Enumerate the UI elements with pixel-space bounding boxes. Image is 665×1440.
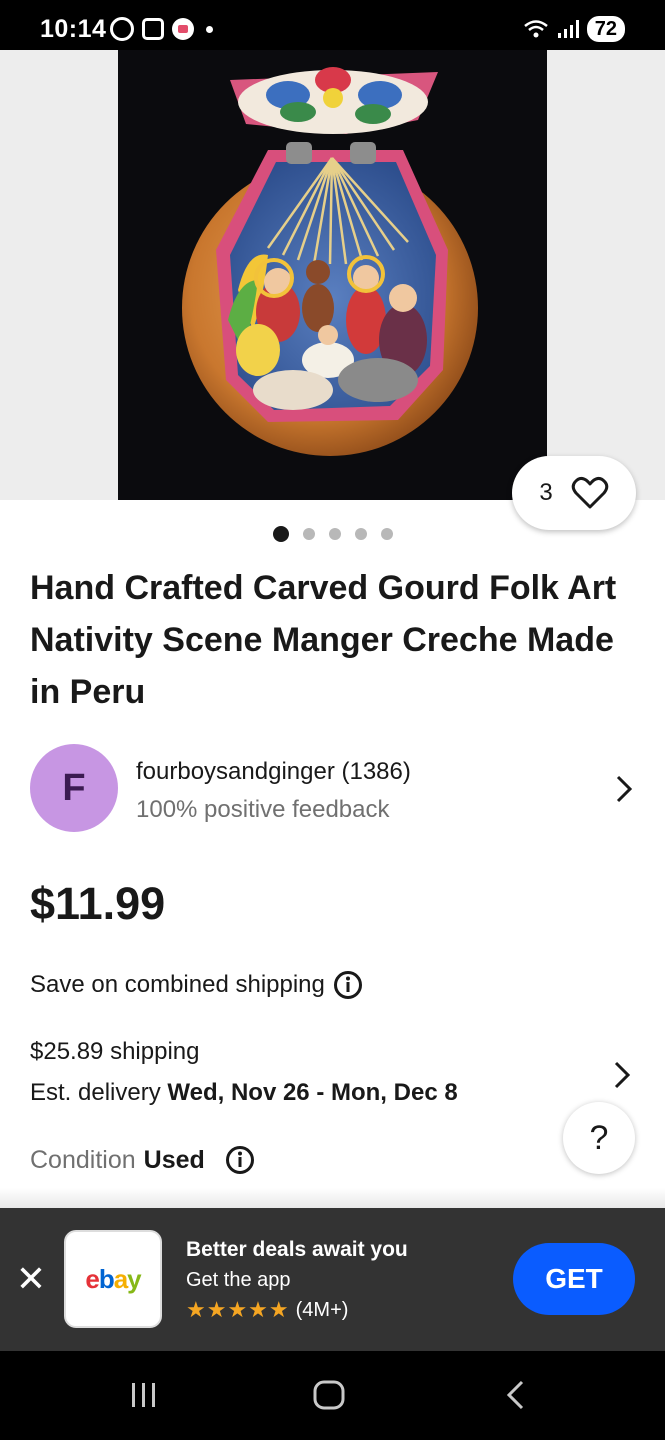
- delivery-estimate: Est. delivery Wed, Nov 26 - Mon, Dec 8: [30, 1079, 458, 1107]
- shipping-cost: $25.89 shipping: [30, 1038, 200, 1065]
- logo-letter-a: a: [113, 1263, 129, 1294]
- pagination-dot[interactable]: [272, 526, 289, 542]
- ebay-logo: ebay: [85, 1263, 142, 1295]
- more-notifications-icon: [206, 25, 213, 33]
- condition-info-icon[interactable]: [225, 1145, 255, 1175]
- item-price: $11.99: [30, 878, 166, 929]
- image-gallery[interactable]: [0, 50, 665, 500]
- sync-icon: [110, 17, 134, 41]
- status-bar: 10:14 72: [0, 0, 665, 50]
- seller-card[interactable]: F fourboysandginger (1386) 100% positive…: [30, 744, 640, 834]
- combined-shipping-text: Save on combined shipping: [30, 971, 325, 998]
- notification-icons: [110, 17, 213, 41]
- recents-icon[interactable]: [128, 1379, 160, 1411]
- seller-feedback: 100% positive feedback: [136, 796, 390, 823]
- banner-title: Better deals await you: [186, 1238, 408, 1261]
- watch-button[interactable]: 3: [512, 456, 636, 530]
- heart-outline-icon: [571, 476, 608, 509]
- logo-letter-y: y: [127, 1263, 142, 1294]
- combined-shipping-row[interactable]: Save on combined shipping: [30, 970, 363, 1000]
- help-button[interactable]: ?: [563, 1102, 635, 1174]
- pagination-dot[interactable]: [302, 528, 315, 540]
- condition-row: Condition Used: [30, 1145, 255, 1175]
- info-icon[interactable]: [333, 970, 363, 1000]
- pagination-dot[interactable]: [328, 528, 341, 540]
- logo-letter-b: b: [98, 1263, 115, 1294]
- signal-icon: [557, 20, 579, 38]
- app-rating: ★★★★★ (4M+): [186, 1297, 348, 1323]
- system-nav-bar: [0, 1351, 665, 1440]
- delivery-dates: Wed, Nov 26 - Mon, Dec 8: [167, 1079, 458, 1106]
- close-icon[interactable]: ✕: [14, 1261, 48, 1297]
- scroll-fade: [0, 1188, 665, 1208]
- condition-value: Used: [143, 1145, 205, 1174]
- gourd-nativity-image: [118, 50, 547, 500]
- seller-name: fourboysandginger (1386): [136, 758, 411, 785]
- listing-title: Hand Crafted Carved Gourd Folk Art Nativ…: [30, 569, 617, 711]
- battery-indicator: 72: [586, 16, 625, 42]
- watch-count: 3: [539, 479, 553, 506]
- chevron-right-icon: [616, 775, 633, 803]
- banner-subtitle: Get the app: [186, 1269, 291, 1291]
- delivery-label: Est. delivery: [30, 1079, 161, 1106]
- condition-label: Condition: [30, 1145, 136, 1174]
- ebay-app-icon: ebay: [64, 1230, 162, 1328]
- logo-letter-e: e: [85, 1263, 100, 1294]
- get-app-button[interactable]: GET: [513, 1243, 635, 1315]
- pagination-dot[interactable]: [354, 528, 367, 540]
- product-photo[interactable]: [118, 50, 547, 500]
- shipping-chevron-right-icon[interactable]: [612, 1060, 632, 1090]
- app-install-banner: ✕ ebay Better deals await you Get the ap…: [0, 1208, 665, 1351]
- image-pagination: [0, 526, 665, 542]
- home-icon[interactable]: [312, 1379, 346, 1411]
- star-rating-icon: ★★★★★: [186, 1297, 290, 1322]
- rating-count: (4M+): [295, 1298, 349, 1321]
- screenshot-icon: [142, 18, 164, 40]
- avatar: F: [30, 744, 118, 832]
- status-time: 10:14: [40, 15, 107, 43]
- back-icon[interactable]: [504, 1379, 528, 1411]
- app-notification-icon: [172, 18, 194, 40]
- pagination-dot[interactable]: [380, 528, 393, 540]
- wifi-icon: [523, 20, 548, 38]
- system-icons: 72: [523, 16, 625, 42]
